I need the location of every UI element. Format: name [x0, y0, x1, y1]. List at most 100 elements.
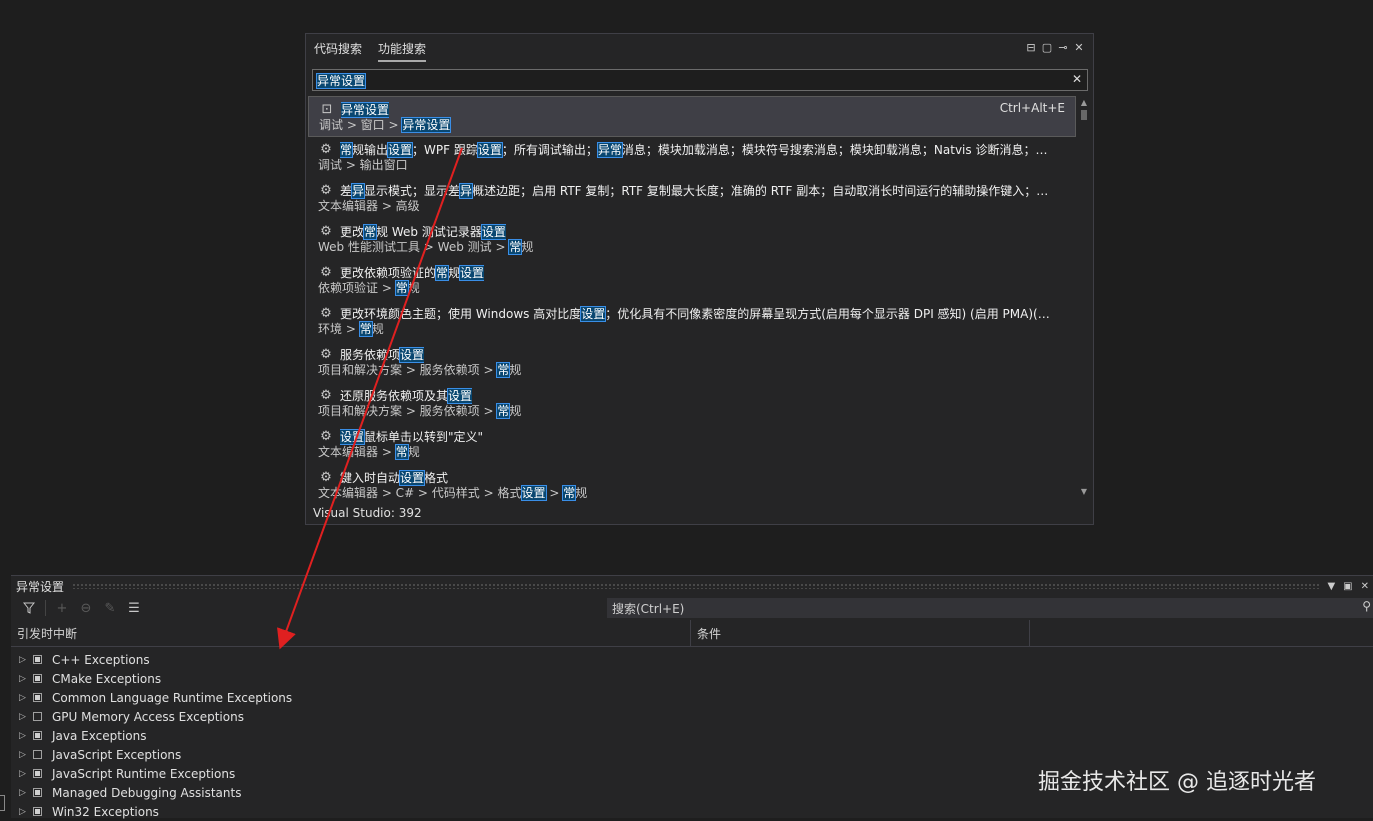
search-result-item[interactable]: ⚙ 差异显示模式；显示差异概述边距；启用 RTF 复制；RTF 复制最大长度；准确… [308, 178, 1076, 219]
result-title-segment: 设置 [387, 142, 414, 158]
exception-checkbox[interactable] [33, 655, 42, 664]
edit-icon[interactable]: ✎ [102, 600, 118, 616]
left-edge-tab[interactable] [0, 795, 5, 811]
search-result-item[interactable]: ⚙ 常规输出设置；WPF 跟踪设置；所有调试输出；异常消息；模块加载消息；模块符号… [308, 137, 1076, 178]
result-title-segment: 设置 [480, 224, 506, 240]
result-path: 文本编辑器 > C# > 代码样式 > 格式设置 > 常规 [318, 485, 1066, 501]
search-result-item[interactable]: ⚙ 设置鼠标单击以转到"定义" 文本编辑器 > 常规 [308, 424, 1076, 465]
exception-row[interactable]: ▷ CMake Exceptions [11, 669, 1373, 688]
expand-arrow-icon[interactable]: ▷ [19, 731, 31, 741]
filter-icon[interactable] [21, 600, 37, 616]
exception-checkbox[interactable] [33, 674, 42, 683]
maximize-icon[interactable]: ▣ [1343, 581, 1352, 592]
result-title-line: ⚙ 更改依赖项验证的常规设置 [318, 264, 1066, 281]
close-icon[interactable]: ✕ [1361, 581, 1369, 592]
exception-checkbox[interactable] [33, 712, 42, 721]
settings-window-icon: ⊡ [321, 102, 333, 117]
exception-checkbox[interactable] [33, 731, 42, 740]
expand-arrow-icon[interactable]: ▷ [19, 807, 31, 817]
exception-label: JavaScript Runtime Exceptions [52, 766, 236, 781]
result-path: 项目和解决方案 > 服务依赖项 > 常规 [318, 403, 1066, 419]
result-path: 项目和解决方案 > 服务依赖项 > 常规 [318, 362, 1066, 378]
result-path-segment: 规 [521, 240, 534, 254]
dock-window-icon[interactable]: ▢ [1041, 41, 1053, 54]
exception-checkbox[interactable] [33, 807, 42, 816]
result-title-line: ⚙ 更改常规 Web 测试记录器设置 [318, 223, 1066, 240]
search-icon[interactable]: ⚲ [1362, 599, 1371, 613]
dock-bottom-icon[interactable]: ⊟ [1025, 41, 1037, 54]
grid-header: 引发时中断 条件 [11, 620, 1373, 647]
result-path-segment: 规 [509, 404, 522, 418]
feature-search-input[interactable]: 异常设置 ✕ [312, 69, 1088, 91]
exception-row[interactable]: ▷ Java Exceptions [11, 726, 1373, 745]
search-result-item[interactable]: ⚙ 更改依赖项验证的常规设置 依赖项验证 > 常规 [308, 260, 1076, 301]
scrollbar-thumb[interactable] [1081, 110, 1087, 120]
expand-arrow-icon[interactable]: ▷ [19, 750, 31, 760]
result-path-segment: Web 性能测试工具 > Web 测试 > [318, 240, 510, 254]
results-scrollbar[interactable]: ▲ ▼ [1079, 98, 1089, 496]
exception-label: CMake Exceptions [52, 671, 162, 686]
exception-checkbox[interactable] [33, 750, 42, 759]
expand-arrow-icon[interactable]: ▷ [19, 655, 31, 665]
result-title-segment: 消息；模块加载消息；模块符号搜索消息；模块卸载消息；Natvis 诊断消息；进.… [621, 143, 1050, 157]
panel-toolbar: + ⊖ ✎ ☰ 搜索(Ctrl+E) ⚲ [11, 596, 1373, 620]
exception-checkbox[interactable] [33, 769, 42, 778]
expand-arrow-icon[interactable]: ▷ [19, 693, 31, 703]
exception-checkbox[interactable] [33, 693, 42, 702]
remove-icon[interactable]: ⊖ [78, 600, 94, 616]
result-title-segment: 服务依赖项 [340, 348, 401, 362]
exception-row[interactable]: ▷ C++ Exceptions [11, 650, 1373, 669]
result-title-segment: 规 Web 测试记录器 [376, 225, 482, 239]
search-result-item[interactable]: ⚙ 服务依赖项设置 项目和解决方案 > 服务依赖项 > 常规 [308, 342, 1076, 383]
result-path-segment: 规 [575, 486, 588, 500]
result-title: 常规输出设置；WPF 跟踪设置；所有调试输出；异常消息；模块加载消息；模块符号搜… [340, 141, 1050, 158]
column-break-when-thrown[interactable]: 引发时中断 [11, 620, 691, 646]
feature-search-popup: 代码搜索 功能搜索 ⊟ ▢ ⊸ ✕ 异常设置 ✕ ⊡ 异常设置 调试 > 窗口 > … [305, 33, 1094, 525]
expand-arrow-icon[interactable]: ▷ [19, 712, 31, 722]
result-path-segment: 调试 > 窗口 > [319, 118, 403, 132]
exception-row[interactable]: ▷ GPU Memory Access Exceptions [11, 707, 1373, 726]
result-path: 文本编辑器 > 常规 [318, 444, 1066, 460]
result-path-segment: 异常设置 [401, 117, 452, 133]
result-title-segment: 更改依赖项验证的 [340, 266, 437, 280]
gear-icon: ⚙ [320, 183, 332, 198]
result-title-segment: 显示模式；显示差 [364, 184, 461, 198]
expand-arrow-icon[interactable]: ▷ [19, 788, 31, 798]
expand-arrow-icon[interactable]: ▷ [19, 674, 31, 684]
results-count: Visual Studio: 392 [313, 506, 422, 520]
column-conditions[interactable]: 条件 [691, 620, 1030, 646]
tab-code-search[interactable]: 代码搜索 [314, 40, 362, 62]
result-title-segment: 异常 [596, 142, 623, 158]
tab-feature-search[interactable]: 功能搜索 [378, 40, 427, 62]
exception-row[interactable]: ▷ Win32 Exceptions [11, 802, 1373, 821]
add-icon[interactable]: + [54, 600, 70, 616]
dropdown-icon[interactable]: ▼ [1327, 581, 1335, 592]
result-path: 环境 > 常规 [318, 321, 1066, 337]
search-result-item[interactable]: ⚙ 更改环境颜色主题；使用 Windows 高对比度设置；优化具有不同像素密度的屏… [308, 301, 1076, 342]
exception-checkbox[interactable] [33, 788, 42, 797]
exception-search-input[interactable]: 搜索(Ctrl+E) ⚲ [607, 598, 1373, 618]
result-path: 文本编辑器 > 高级 [318, 199, 1066, 213]
result-path: 调试 > 窗口 > 异常设置 [319, 117, 1065, 133]
result-title: 服务依赖项设置 [340, 346, 425, 363]
expand-arrow-icon[interactable]: ▷ [19, 769, 31, 779]
scroll-up-icon[interactable]: ▲ [1079, 98, 1089, 107]
result-title-segment: 常 [340, 142, 354, 158]
search-result-item[interactable]: ⚙ 还原服务依赖项及其设置 项目和解决方案 > 服务依赖项 > 常规 [308, 383, 1076, 424]
result-title-line: ⚙ 更改环境颜色主题；使用 Windows 高对比度设置；优化具有不同像素密度的屏… [318, 305, 1066, 322]
result-path: 调试 > 输出窗口 [318, 158, 1066, 172]
search-result-item[interactable]: ⚙ 键入时自动设置格式 文本编辑器 > C# > 代码样式 > 格式设置 > 常规 [308, 465, 1076, 506]
clear-search-icon[interactable]: ✕ [1072, 72, 1082, 86]
result-title-segment: 概述边距；启用 RTF 复制；RTF 复制最大长度；准确的 RTF 副本；自动取… [472, 184, 1050, 198]
pin-icon[interactable]: ⊸ [1057, 41, 1069, 54]
restore-list-icon[interactable]: ☰ [126, 600, 142, 616]
result-path-segment: 常 [394, 444, 409, 460]
exception-row[interactable]: ▷ JavaScript Exceptions [11, 745, 1373, 764]
result-path: Web 性能测试工具 > Web 测试 > 常规 [318, 239, 1066, 255]
scroll-down-icon[interactable]: ▼ [1079, 487, 1089, 496]
search-result-item[interactable]: ⚙ 更改常规 Web 测试记录器设置 Web 性能测试工具 > Web 测试 > 常… [308, 219, 1076, 260]
result-path-segment: 设置 [520, 485, 547, 501]
close-icon[interactable]: ✕ [1073, 41, 1085, 54]
search-result-item[interactable]: ⊡ 异常设置 调试 > 窗口 > 异常设置 Ctrl+Alt+E [308, 96, 1076, 137]
exception-row[interactable]: ▷ Common Language Runtime Exceptions [11, 688, 1373, 707]
